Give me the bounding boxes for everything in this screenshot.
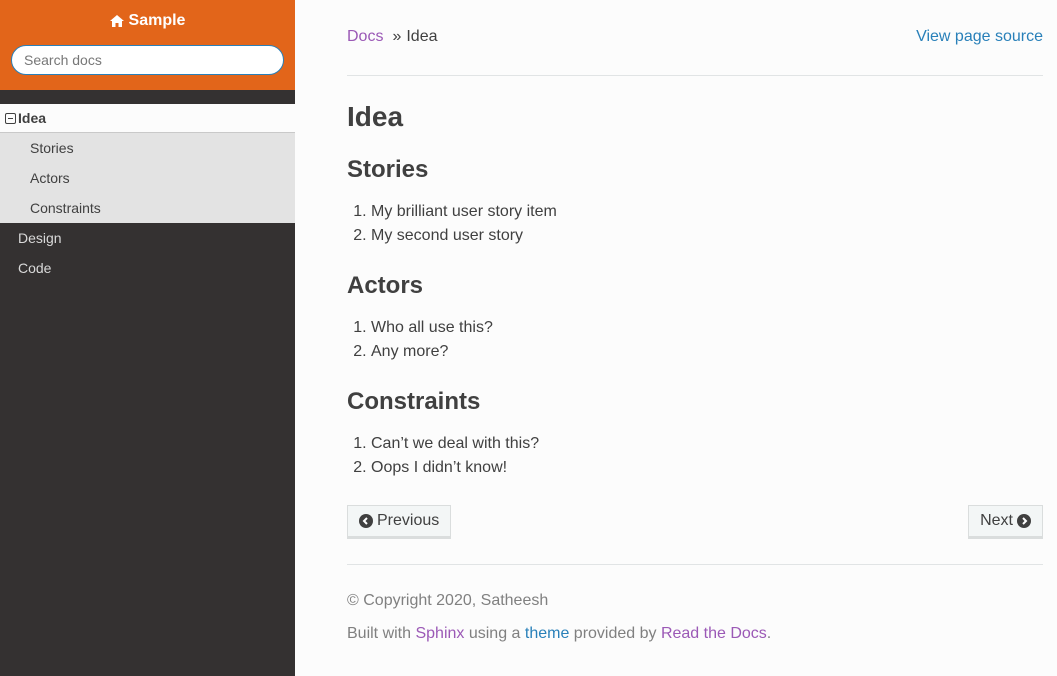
sidebar-item-constraints[interactable]: Constraints	[0, 193, 295, 223]
built-prefix: Built with	[347, 625, 416, 642]
list-item: Can’t we deal with this?	[371, 432, 1043, 456]
home-icon	[109, 15, 124, 27]
footer: © Copyright 2020, Satheesh Built with Sp…	[347, 592, 1043, 643]
breadcrumb: Docs » Idea View page source	[347, 0, 1043, 76]
list-item: My second user story	[371, 224, 1043, 248]
provided-text: provided by	[569, 625, 661, 642]
section-heading-stories: Stories	[347, 156, 429, 183]
built-with: Built with Sphinx using a theme provided…	[347, 625, 1043, 643]
section-heading-actors: Actors	[347, 272, 424, 299]
sidebar-item-label: Idea	[18, 110, 47, 126]
pager: Previous Next	[347, 505, 1043, 539]
using-text: using a	[464, 625, 525, 642]
theme-link[interactable]: theme	[525, 625, 569, 642]
breadcrumb-docs-link[interactable]: Docs	[347, 28, 383, 45]
breadcrumb-current: Idea	[406, 28, 438, 45]
previous-label: Previous	[377, 512, 440, 529]
arrow-circle-right-icon	[1017, 514, 1031, 528]
list-item: Any more?	[371, 340, 1043, 364]
section-heading-constraints: Constraints	[347, 388, 481, 415]
copyright: © Copyright 2020, Satheesh	[347, 592, 549, 609]
actors-list: Who all use this? Any more?	[347, 316, 1043, 364]
next-label: Next	[980, 512, 1013, 529]
stories-list: My brilliant user story item My second u…	[347, 200, 1043, 248]
collapse-icon[interactable]	[5, 112, 16, 124]
constraints-list: Can’t we deal with this? Oops I didn’t k…	[347, 432, 1043, 480]
brand-link[interactable]: Sample	[109, 12, 186, 30]
next-button[interactable]: Next	[968, 505, 1043, 539]
brand-label: Sample	[128, 12, 186, 29]
page-title: Idea	[347, 101, 404, 132]
search-input[interactable]	[11, 45, 284, 75]
sidebar-item-stories[interactable]: Stories	[0, 133, 295, 163]
footer-divider	[347, 564, 1043, 565]
rtd-link[interactable]: Read the Docs	[661, 625, 767, 642]
view-source-link[interactable]: View page source	[916, 28, 1043, 75]
sidebar-item-code[interactable]: Code	[0, 253, 295, 283]
sidebar: Sample Idea Stories Actors Constraints D…	[0, 0, 295, 676]
sidebar-item-idea[interactable]: Idea	[0, 104, 295, 133]
period: .	[766, 625, 772, 642]
sidebar-item-actors[interactable]: Actors	[0, 163, 295, 193]
list-item: My brilliant user story item	[371, 200, 1043, 224]
breadcrumb-separator: »	[392, 28, 402, 45]
arrow-circle-left-icon	[359, 514, 373, 528]
sidebar-item-design[interactable]: Design	[0, 223, 295, 253]
sidebar-header: Sample	[0, 0, 295, 90]
main-content: Docs» Idea View page source Idea Stories …	[347, 0, 1043, 643]
sidebar-divider	[0, 90, 295, 104]
sphinx-link[interactable]: Sphinx	[415, 625, 464, 642]
list-item: Oops I didn’t know!	[371, 456, 1043, 480]
sidebar-subnav: Stories Actors Constraints	[0, 133, 295, 223]
previous-button[interactable]: Previous	[347, 505, 452, 539]
list-item: Who all use this?	[371, 316, 1043, 340]
